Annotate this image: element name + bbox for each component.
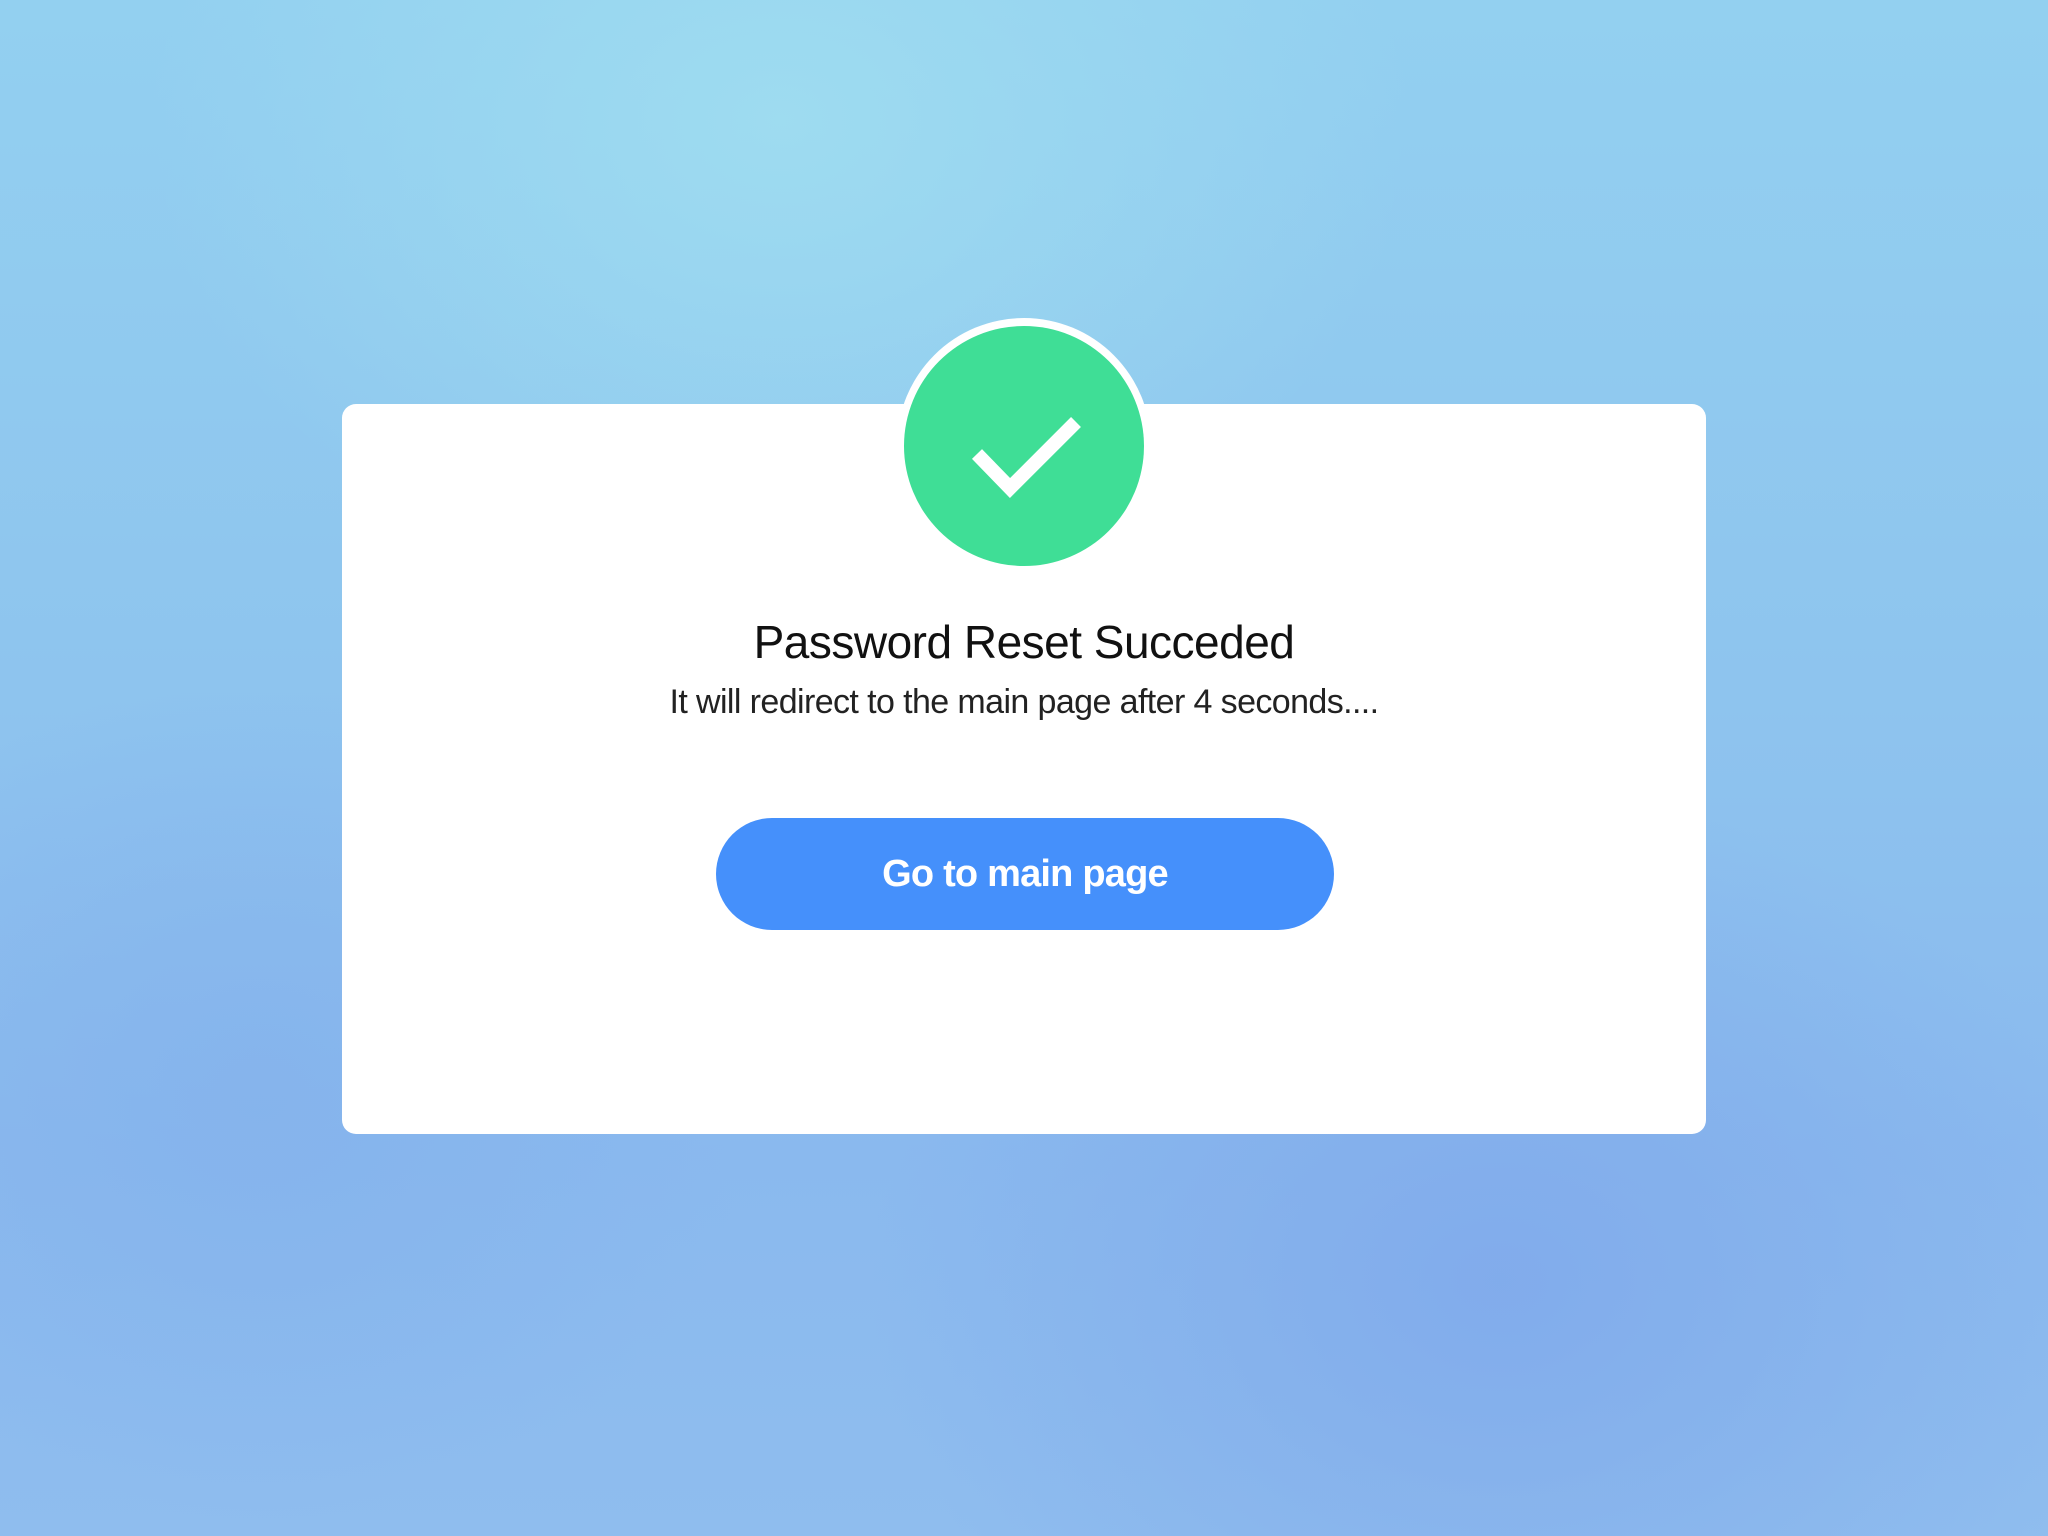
go-to-main-page-button[interactable]: Go to main page [716,818,1334,930]
check-icon [971,417,1081,498]
redirect-message: It will redirect to the main page after … [669,683,1379,721]
success-badge [904,326,1144,566]
dialog-title: Password Reset Succeded [753,616,1295,668]
